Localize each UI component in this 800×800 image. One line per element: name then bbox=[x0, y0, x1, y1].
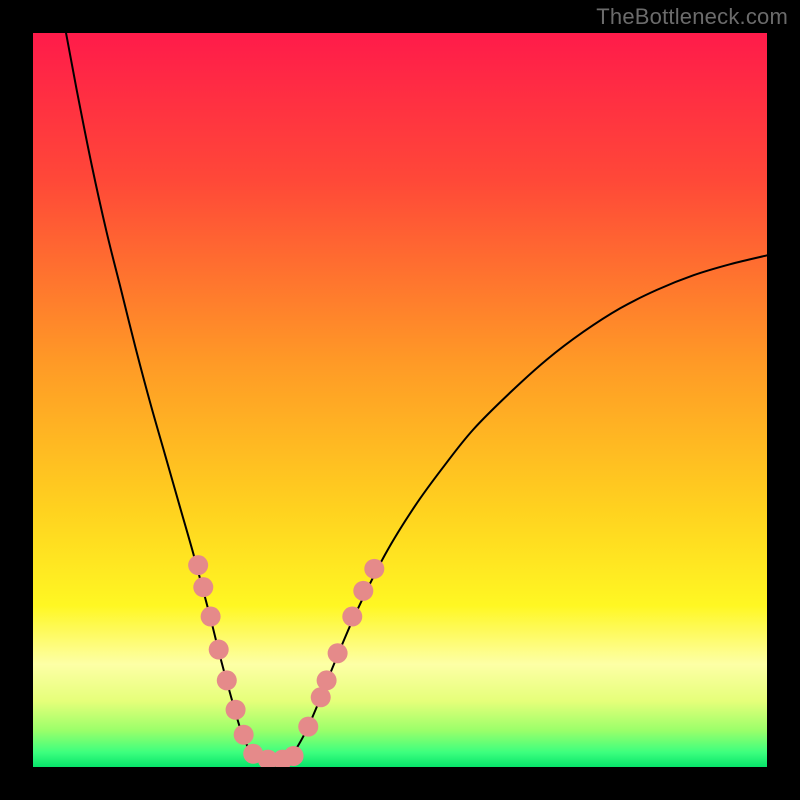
data-marker bbox=[217, 670, 237, 690]
data-marker bbox=[317, 670, 337, 690]
data-marker bbox=[284, 746, 304, 766]
data-marker bbox=[234, 725, 254, 745]
chart-svg bbox=[33, 33, 767, 767]
data-marker bbox=[364, 559, 384, 579]
data-marker bbox=[209, 640, 229, 660]
data-marker bbox=[226, 700, 246, 720]
data-marker bbox=[328, 643, 348, 663]
chart-frame: TheBottleneck.com bbox=[0, 0, 800, 800]
data-marker bbox=[353, 581, 373, 601]
data-marker bbox=[298, 717, 318, 737]
data-marker bbox=[193, 577, 213, 597]
watermark-text: TheBottleneck.com bbox=[596, 4, 788, 30]
data-marker bbox=[188, 555, 208, 575]
plot-area bbox=[33, 33, 767, 767]
gradient-background bbox=[33, 33, 767, 767]
data-marker bbox=[201, 607, 221, 627]
data-marker bbox=[342, 607, 362, 627]
